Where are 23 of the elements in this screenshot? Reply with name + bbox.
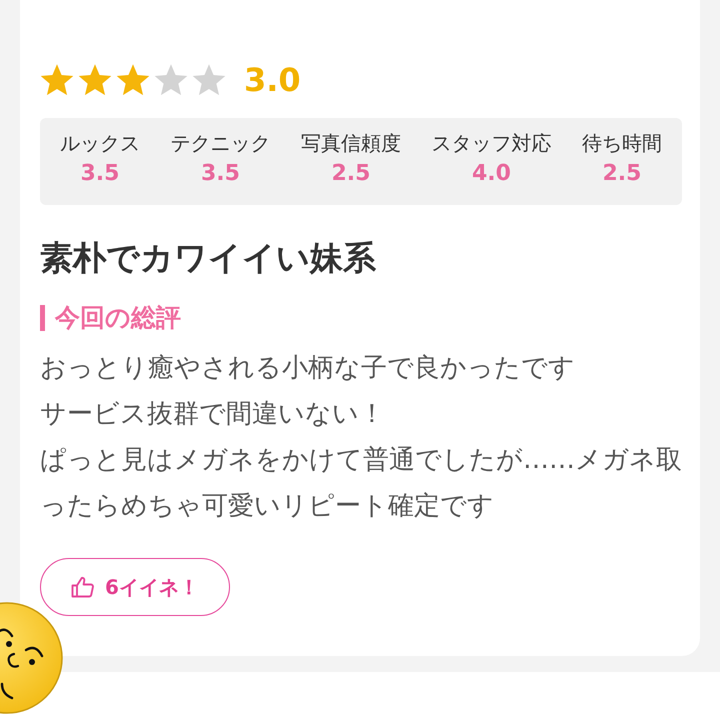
smiley-face-icon — [0, 602, 63, 714]
star-icon — [78, 64, 112, 96]
score-value: 3.5 — [80, 160, 120, 188]
rating-score: 3.0 — [244, 62, 301, 98]
review-title: 素朴でカワイイい妹系 — [40, 238, 377, 278]
score-label: スタッフ対応 — [432, 130, 552, 157]
review-text: おっとり癒やされる小柄な子で良かったです サービス抜群で間違いない！ ぱっと見はメガネをかけて普通でしたが……メガネ取 ったらめちゃ可愛いリピート確定です — [40, 352, 682, 523]
score-label: 写真信頼度 — [301, 130, 401, 157]
section-heading: 今回の総評 — [55, 302, 181, 334]
star-icon — [116, 64, 150, 96]
star-icon — [154, 64, 188, 96]
thumbs-up-icon — [71, 576, 96, 598]
like-button[interactable]: 6イイネ！ — [40, 558, 230, 616]
score-label: 待ち時間 — [582, 130, 662, 157]
score-value: 4.0 — [472, 160, 511, 188]
score-value: 2.5 — [332, 160, 370, 188]
heading-accent-bar — [40, 305, 45, 331]
score-value: 2.5 — [602, 160, 642, 188]
star-icon — [40, 64, 74, 96]
score-value: 3.5 — [201, 160, 240, 188]
score-label: ルックス — [60, 130, 140, 157]
star-icon — [192, 64, 226, 96]
score-label: テクニック — [170, 130, 270, 157]
